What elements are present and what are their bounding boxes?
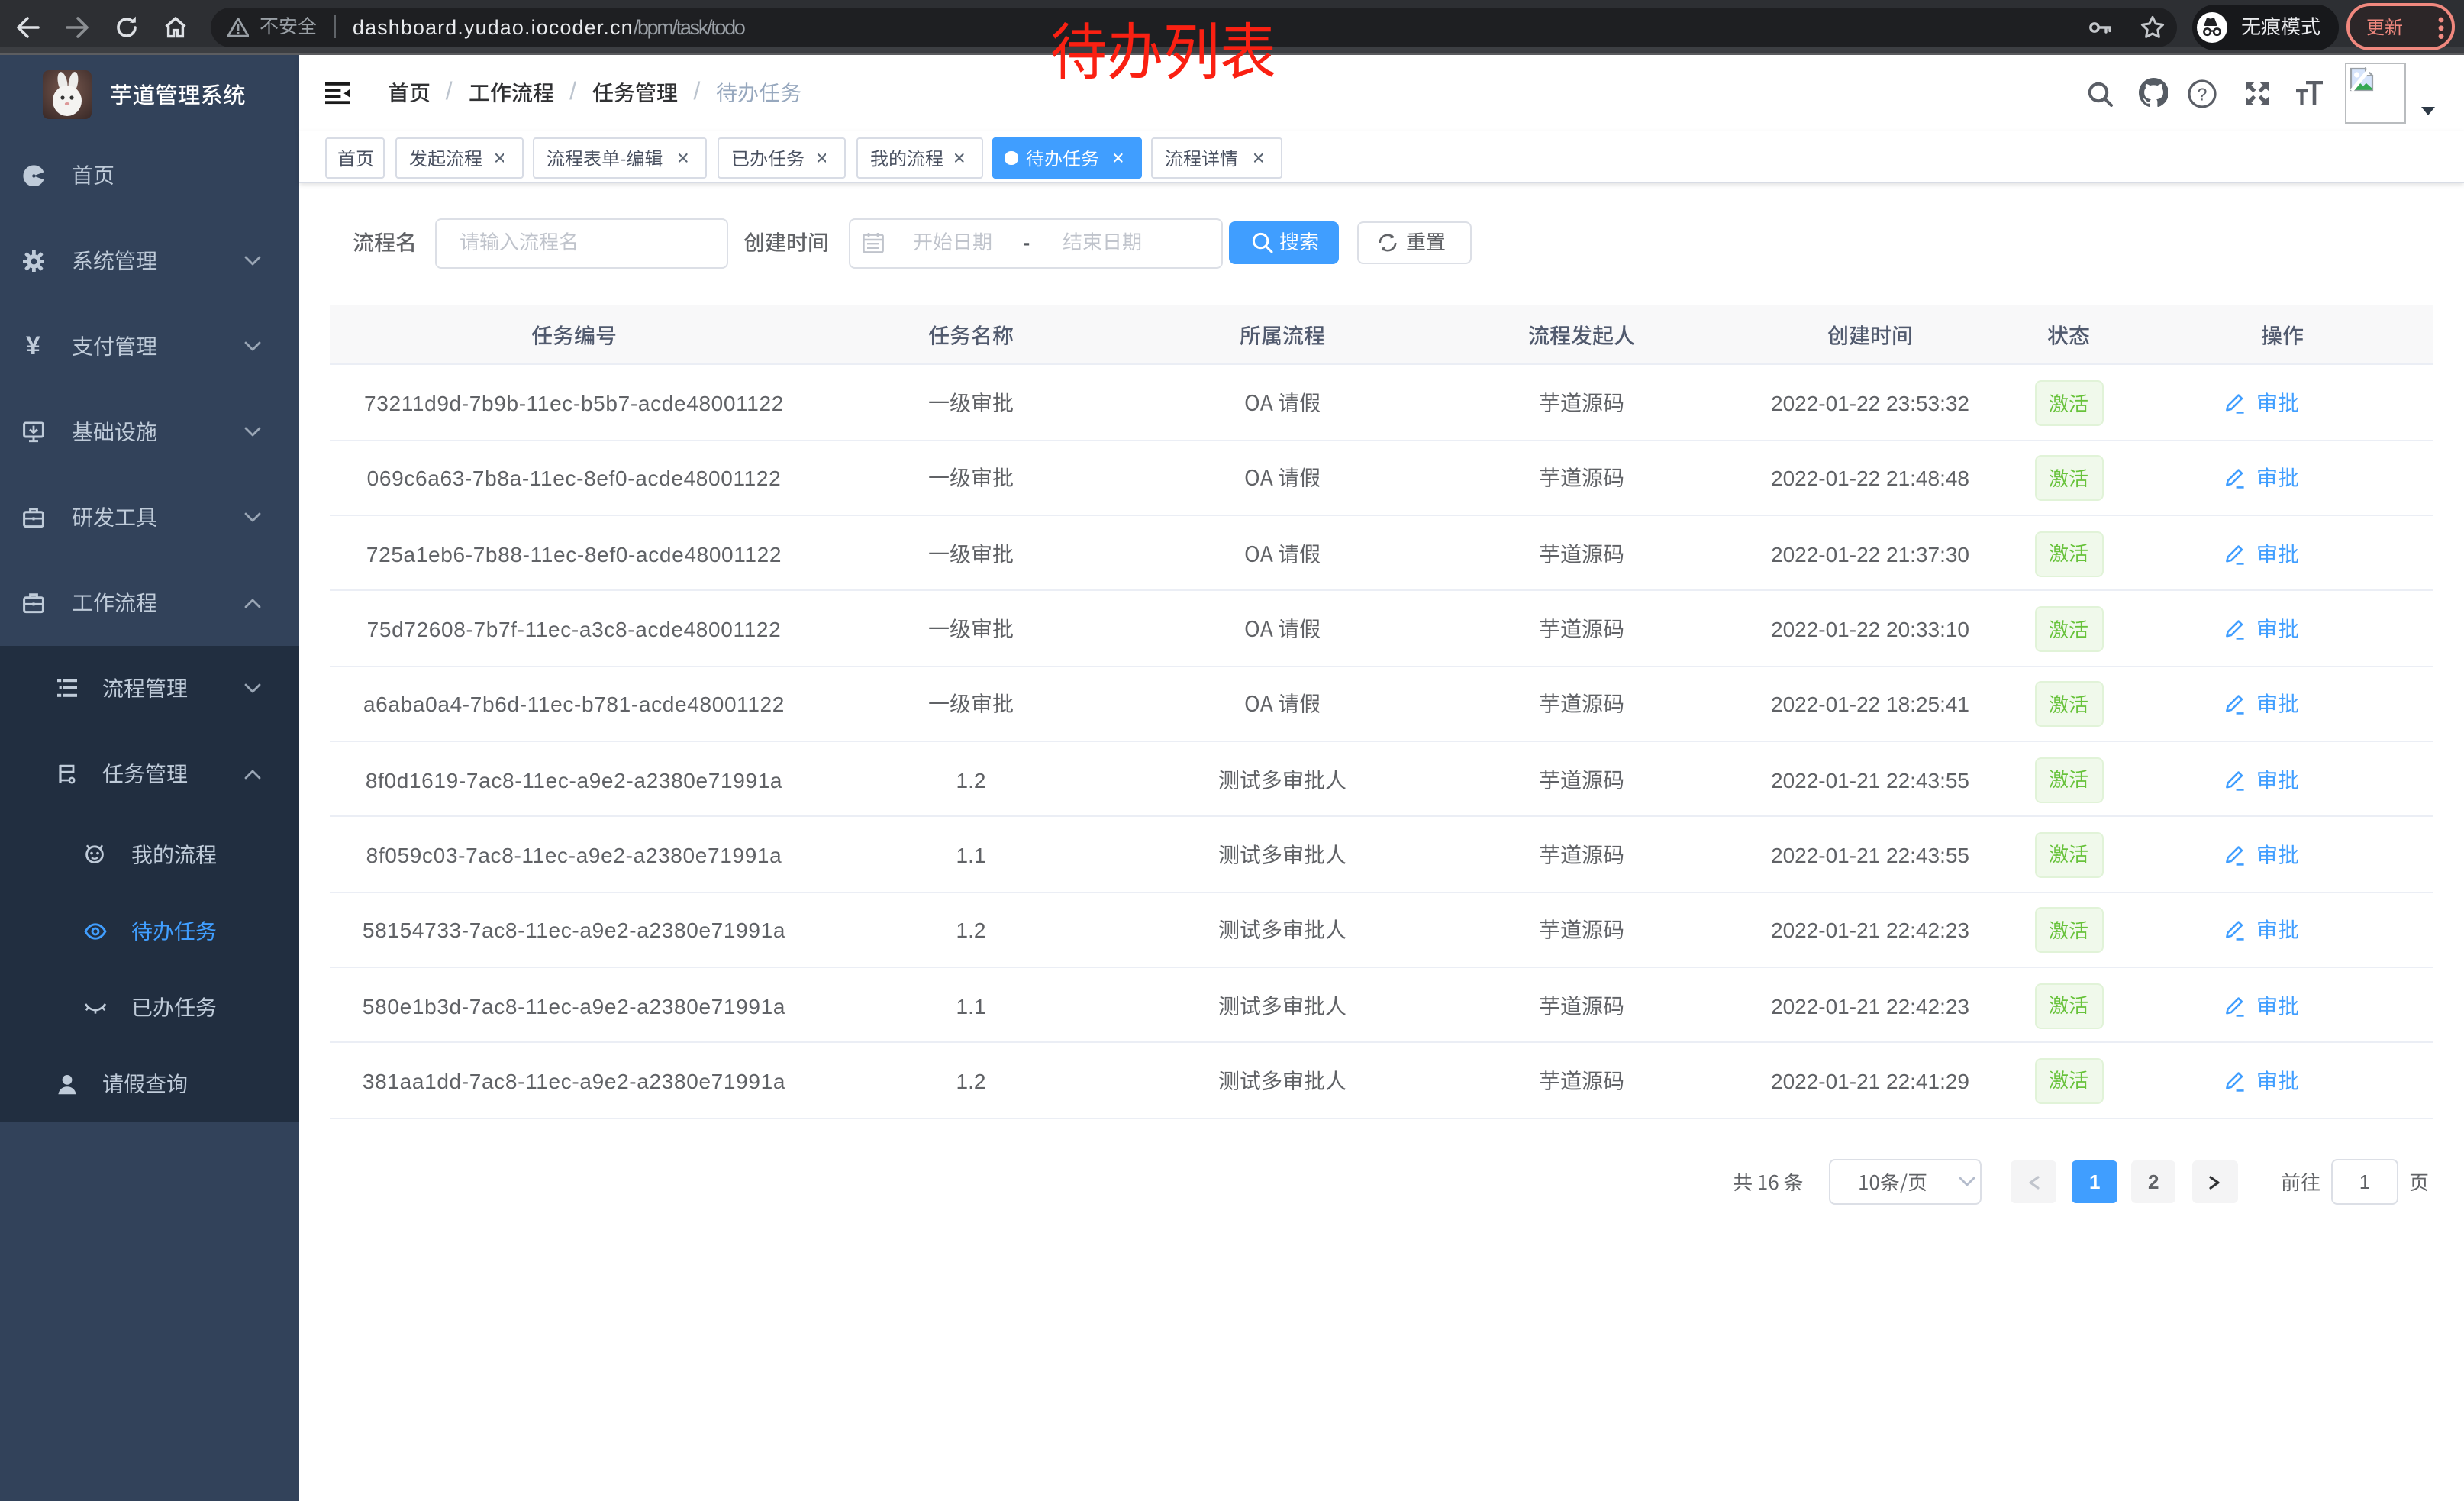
svg-text:?: ? xyxy=(2197,84,2207,104)
